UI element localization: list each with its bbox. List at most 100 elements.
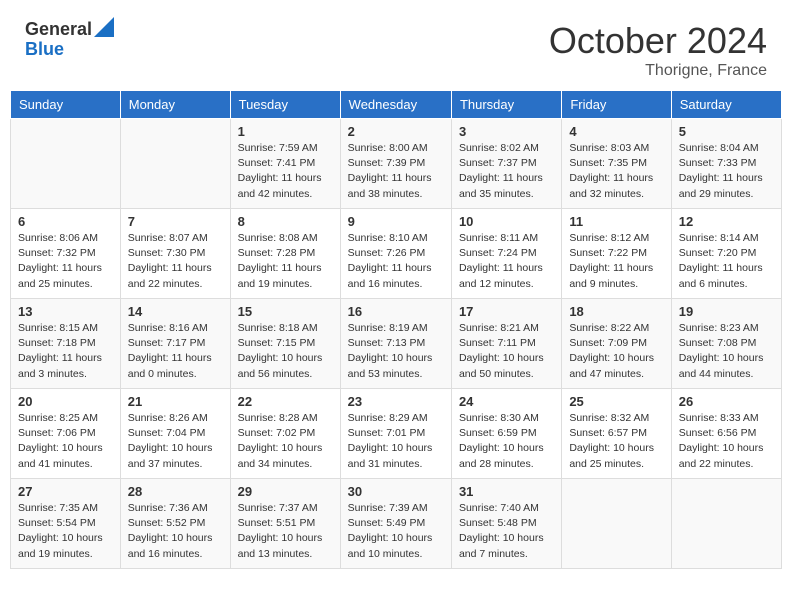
calendar-cell: 7Sunrise: 8:07 AMSunset: 7:30 PMDaylight… (120, 209, 230, 299)
day-detail: Sunrise: 8:15 AMSunset: 7:18 PMDaylight:… (18, 321, 113, 382)
day-number: 26 (679, 394, 774, 409)
calendar-cell (120, 119, 230, 209)
day-number: 9 (348, 214, 444, 229)
calendar-week-row: 6 Sunrise: 8:06 AMSunset: 7:32 PMDaylight… (11, 209, 782, 299)
day-detail: Sunrise: 8:22 AMSunset: 7:09 PMDaylight:… (569, 321, 663, 382)
calendar-week-row: 27 Sunrise: 7:35 AMSunset: 5:54 PMDayligh… (11, 479, 782, 569)
day-detail: Sunrise: 8:21 AMSunset: 7:11 PMDaylight:… (459, 321, 554, 382)
day-detail: Sunrise: 8:23 AMSunset: 7:08 PMDaylight:… (679, 321, 774, 382)
calendar-cell (11, 119, 121, 209)
calendar-cell (562, 479, 671, 569)
day-number: 31 (459, 484, 554, 499)
day-detail: Sunrise: 8:28 AMSunset: 7:02 PMDaylight:… (238, 411, 333, 472)
calendar-cell: 30Sunrise: 7:39 AMSunset: 5:49 PMDayligh… (340, 479, 451, 569)
calendar-cell: 31Sunrise: 7:40 AMSunset: 5:48 PMDayligh… (451, 479, 561, 569)
calendar-cell: 14Sunrise: 8:16 AMSunset: 7:17 PMDayligh… (120, 299, 230, 389)
calendar-cell: 11 Sunrise: 8:12 AMSunset: 7:22 PMDayligh… (562, 209, 671, 299)
day-header-wednesday: Wednesday (340, 91, 451, 119)
calendar-cell: 26 Sunrise: 8:33 AMSunset: 6:56 PMDayligh… (671, 389, 781, 479)
calendar-cell: 19Sunrise: 8:23 AMSunset: 7:08 PMDayligh… (671, 299, 781, 389)
day-number: 18 (569, 304, 663, 319)
calendar-cell: 21Sunrise: 8:26 AMSunset: 7:04 PMDayligh… (120, 389, 230, 479)
day-number: 12 (679, 214, 774, 229)
day-number: 15 (238, 304, 333, 319)
day-number: 29 (238, 484, 333, 499)
day-detail: Sunrise: 8:00 AMSunset: 7:39 PMDaylight:… (348, 141, 444, 202)
day-number: 4 (569, 124, 663, 139)
calendar-cell: 25 Sunrise: 8:32 AMSunset: 6:57 PMDayligh… (562, 389, 671, 479)
day-detail: Sunrise: 8:32 AMSunset: 6:57 PMDaylight:… (569, 411, 663, 472)
calendar-cell: 3 Sunrise: 8:02 AMSunset: 7:37 PMDaylight… (451, 119, 561, 209)
calendar-table: SundayMondayTuesdayWednesdayThursdayFrid… (10, 90, 782, 569)
day-detail: Sunrise: 8:04 AMSunset: 7:33 PMDaylight:… (679, 141, 774, 202)
logo-blue-text: Blue (25, 40, 114, 60)
day-number: 27 (18, 484, 113, 499)
calendar-cell: 18 Sunrise: 8:22 AMSunset: 7:09 PMDayligh… (562, 299, 671, 389)
day-number: 11 (569, 214, 663, 229)
calendar-cell: 12 Sunrise: 8:14 AMSunset: 7:20 PMDayligh… (671, 209, 781, 299)
calendar-header-row: SundayMondayTuesdayWednesdayThursdayFrid… (11, 91, 782, 119)
calendar-cell: 29 Sunrise: 7:37 AMSunset: 5:51 PMDayligh… (230, 479, 340, 569)
day-detail: Sunrise: 8:02 AMSunset: 7:37 PMDaylight:… (459, 141, 554, 202)
month-title: October 2024 (549, 20, 767, 62)
calendar-cell: 5 Sunrise: 8:04 AMSunset: 7:33 PMDaylight… (671, 119, 781, 209)
logo-general-text: General (25, 20, 92, 40)
calendar-cell: 2 Sunrise: 8:00 AMSunset: 7:39 PMDaylight… (340, 119, 451, 209)
calendar-cell: 15Sunrise: 8:18 AMSunset: 7:15 PMDayligh… (230, 299, 340, 389)
day-number: 25 (569, 394, 663, 409)
day-detail: Sunrise: 8:06 AMSunset: 7:32 PMDaylight:… (18, 231, 113, 292)
day-number: 28 (128, 484, 223, 499)
day-header-monday: Monday (120, 91, 230, 119)
day-header-tuesday: Tuesday (230, 91, 340, 119)
logo-icon (94, 17, 114, 37)
calendar-cell: 8 Sunrise: 8:08 AMSunset: 7:28 PMDaylight… (230, 209, 340, 299)
day-number: 20 (18, 394, 113, 409)
day-number: 8 (238, 214, 333, 229)
day-detail: Sunrise: 8:10 AMSunset: 7:26 PMDaylight:… (348, 231, 444, 292)
day-detail: Sunrise: 7:59 AMSunset: 7:41 PMDaylight:… (238, 141, 333, 202)
day-detail: Sunrise: 8:08 AMSunset: 7:28 PMDaylight:… (238, 231, 333, 292)
day-number: 6 (18, 214, 113, 229)
calendar-week-row: 20 Sunrise: 8:25 AMSunset: 7:06 PMDayligh… (11, 389, 782, 479)
day-number: 2 (348, 124, 444, 139)
day-detail: Sunrise: 8:19 AMSunset: 7:13 PMDaylight:… (348, 321, 444, 382)
day-detail: Sunrise: 8:33 AMSunset: 6:56 PMDaylight:… (679, 411, 774, 472)
day-detail: Sunrise: 8:12 AMSunset: 7:22 PMDaylight:… (569, 231, 663, 292)
calendar-cell: 6 Sunrise: 8:06 AMSunset: 7:32 PMDaylight… (11, 209, 121, 299)
calendar-cell: 17 Sunrise: 8:21 AMSunset: 7:11 PMDayligh… (451, 299, 561, 389)
title-block: October 2024 Thorigne, France (549, 20, 767, 80)
day-detail: Sunrise: 8:29 AMSunset: 7:01 PMDaylight:… (348, 411, 444, 472)
calendar-cell: 27 Sunrise: 7:35 AMSunset: 5:54 PMDayligh… (11, 479, 121, 569)
day-number: 17 (459, 304, 554, 319)
day-header-saturday: Saturday (671, 91, 781, 119)
calendar-cell: 16Sunrise: 8:19 AMSunset: 7:13 PMDayligh… (340, 299, 451, 389)
calendar-cell (671, 479, 781, 569)
day-number: 22 (238, 394, 333, 409)
day-detail: Sunrise: 8:14 AMSunset: 7:20 PMDaylight:… (679, 231, 774, 292)
calendar-cell: 28Sunrise: 7:36 AMSunset: 5:52 PMDayligh… (120, 479, 230, 569)
location: Thorigne, France (549, 62, 767, 80)
calendar-cell: 4 Sunrise: 8:03 AMSunset: 7:35 PMDaylight… (562, 119, 671, 209)
day-detail: Sunrise: 8:11 AMSunset: 7:24 PMDaylight:… (459, 231, 554, 292)
calendar-cell: 22 Sunrise: 8:28 AMSunset: 7:02 PMDayligh… (230, 389, 340, 479)
calendar-cell: 9 Sunrise: 8:10 AMSunset: 7:26 PMDaylight… (340, 209, 451, 299)
day-header-thursday: Thursday (451, 91, 561, 119)
calendar-week-row: 1 Sunrise: 7:59 AMSunset: 7:41 PMDaylight… (11, 119, 782, 209)
day-number: 5 (679, 124, 774, 139)
day-number: 7 (128, 214, 223, 229)
day-detail: Sunrise: 8:25 AMSunset: 7:06 PMDaylight:… (18, 411, 113, 472)
day-header-friday: Friday (562, 91, 671, 119)
day-header-sunday: Sunday (11, 91, 121, 119)
day-detail: Sunrise: 8:30 AMSunset: 6:59 PMDaylight:… (459, 411, 554, 472)
day-number: 10 (459, 214, 554, 229)
day-detail: Sunrise: 7:35 AMSunset: 5:54 PMDaylight:… (18, 501, 113, 562)
day-number: 3 (459, 124, 554, 139)
day-detail: Sunrise: 8:03 AMSunset: 7:35 PMDaylight:… (569, 141, 663, 202)
calendar-cell: 20 Sunrise: 8:25 AMSunset: 7:06 PMDayligh… (11, 389, 121, 479)
day-number: 24 (459, 394, 554, 409)
logo: General Blue (25, 20, 114, 60)
day-detail: Sunrise: 7:37 AMSunset: 5:51 PMDaylight:… (238, 501, 333, 562)
calendar-cell: 23Sunrise: 8:29 AMSunset: 7:01 PMDayligh… (340, 389, 451, 479)
day-number: 14 (128, 304, 223, 319)
day-number: 1 (238, 124, 333, 139)
